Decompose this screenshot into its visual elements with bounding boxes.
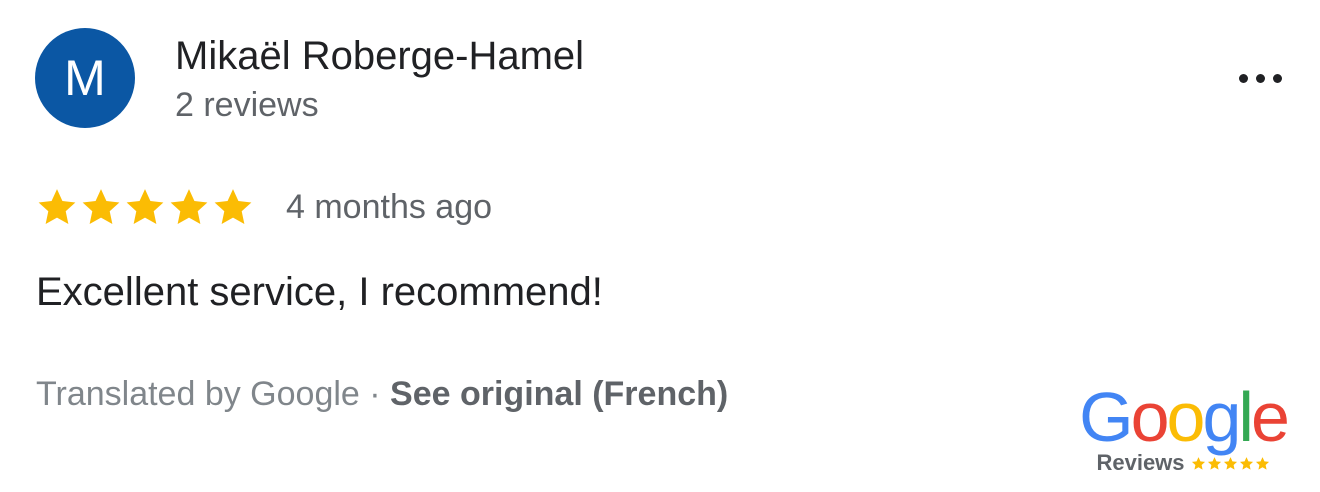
avatar-initial: M — [64, 50, 106, 106]
translation-note: Translated by Google · See original (Fre… — [36, 372, 728, 416]
star-icon — [170, 189, 208, 225]
google-logo-letter: l — [1238, 378, 1253, 456]
more-horizontal-icon — [1272, 73, 1282, 83]
badge-star-icon — [1191, 456, 1205, 470]
google-logo-letter: o — [1130, 378, 1170, 456]
more-options-button[interactable] — [1230, 62, 1290, 94]
badge-label: Reviews — [1096, 450, 1185, 475]
google-logo-letter: e — [1250, 378, 1290, 456]
google-logo-letter: g — [1202, 378, 1241, 456]
reviewer-avatar[interactable]: M — [35, 28, 135, 128]
translated-by-label: Translated by Google — [36, 375, 360, 413]
star-icon — [126, 189, 164, 225]
rating-row: 4 months ago — [36, 184, 492, 230]
google-reviews-badge: Google Reviews — [1076, 378, 1290, 478]
review-text: Excellent service, I recommend! — [36, 270, 603, 314]
badge-stars — [1191, 456, 1270, 471]
separator: · — [359, 375, 391, 413]
star-icon — [82, 189, 120, 225]
google-logo-letter: G — [1079, 378, 1133, 456]
badge-star-icon — [1223, 456, 1237, 470]
star-icon — [214, 189, 252, 225]
badge-star-icon — [1239, 456, 1253, 470]
google-logo-letter: o — [1166, 378, 1206, 456]
review-date: 4 months ago — [286, 187, 493, 226]
badge-star-icon — [1207, 456, 1221, 470]
google-logo: Google — [1076, 378, 1290, 456]
star-icon — [38, 189, 76, 225]
review-count: 2 reviews — [175, 86, 319, 124]
star-rating — [36, 186, 254, 228]
see-original-link[interactable]: See original (French) — [390, 375, 728, 413]
badge-star-icon — [1255, 456, 1269, 470]
reviewer-name[interactable]: Mikaël Roberge-Hamel — [175, 32, 584, 80]
more-horizontal-icon — [1255, 73, 1265, 83]
more-horizontal-icon — [1238, 73, 1248, 83]
